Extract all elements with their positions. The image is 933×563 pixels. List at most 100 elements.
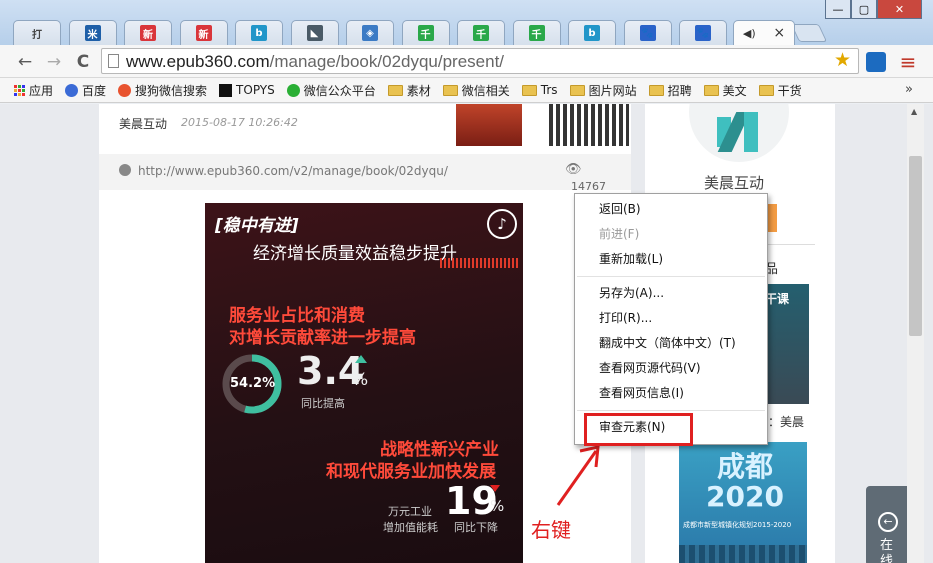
- bookmark-star-icon[interactable]: ★: [834, 49, 851, 71]
- bookmark-label: 素材: [406, 83, 431, 98]
- folder-icon: [569, 84, 585, 96]
- bookmark-item[interactable]: 图片网站: [569, 82, 637, 99]
- context-menu-item[interactable]: 查看网页源代码(V): [575, 356, 767, 381]
- course-card[interactable]: 干课: [765, 284, 809, 404]
- bookmarks-overflow[interactable]: »: [905, 82, 913, 97]
- bookmark-item[interactable]: TOPYS: [219, 83, 275, 97]
- menu-separator: [577, 410, 765, 411]
- tab-5[interactable]: ◣: [290, 20, 339, 45]
- bookmark-item[interactable]: 微信公众平台: [286, 82, 376, 99]
- tab-favicon-icon: 千: [528, 25, 545, 41]
- close-window-button[interactable]: ✕: [877, 0, 922, 19]
- view-count: 14767: [571, 180, 606, 193]
- tab-7[interactable]: 千: [401, 20, 450, 45]
- author-name: 美晨互动: [119, 117, 168, 131]
- cover-thumbnail[interactable]: [456, 104, 522, 146]
- context-menu-item[interactable]: 重新加载(L): [575, 247, 767, 272]
- folder-icon: [648, 84, 664, 96]
- annotation-arrow: [556, 445, 600, 506]
- bookmark-item[interactable]: 百度: [65, 82, 106, 99]
- url-text[interactable]: www.epub360.com/manage/book/02dyqu/prese…: [126, 52, 504, 72]
- bookmarks-bar: 应用 百度 搜狗微信搜索 TOPYS 微信公众平台 素材 微信相关 Trs 图片网站 招聘 美文 干…: [0, 78, 933, 103]
- bookmark-apps[interactable]: 应用: [14, 82, 53, 99]
- context-menu-item[interactable]: 另存为(A)...: [575, 281, 767, 306]
- tab-favicon-icon: 千: [417, 25, 434, 41]
- bookmark-item[interactable]: 招聘: [648, 82, 692, 99]
- context-menu-item[interactable]: 审查元素(N): [575, 415, 767, 440]
- annotation-label: 右键: [531, 518, 571, 542]
- arrow-circle-icon: ←: [878, 512, 898, 532]
- tab-1[interactable]: 米: [68, 20, 117, 45]
- bookmark-favicon-icon: [286, 83, 300, 97]
- extension-icon[interactable]: [866, 52, 886, 72]
- tab-8[interactable]: 千: [457, 20, 505, 45]
- tab-favicon-icon: ◣: [306, 25, 323, 41]
- tab-favicon-icon: 新: [140, 25, 156, 41]
- bookmark-favicon-icon: [219, 83, 233, 97]
- qr-code: [549, 104, 629, 146]
- tab-0[interactable]: 打: [13, 20, 61, 45]
- tab-favicon-icon: 打: [32, 29, 42, 41]
- tab-favicon-icon: 🐾: [695, 25, 711, 41]
- scroll-up-arrow[interactable]: ▲: [911, 107, 917, 116]
- scroll-thumb[interactable]: [909, 156, 922, 336]
- poster-tag: [稳中有进]: [215, 216, 299, 236]
- tab-10[interactable]: b: [568, 20, 616, 45]
- tab-close-icon[interactable]: ×: [773, 25, 785, 41]
- article-link[interactable]: http://www.epub360.com/v2/manage/book/02…: [138, 164, 448, 178]
- headline-1-line2: 对增长贡献率进一步提高: [229, 328, 416, 348]
- context-menu-item[interactable]: 查看网页信息(I): [575, 381, 767, 406]
- down-arrow-icon: [490, 485, 500, 492]
- bookmark-label: 美文: [722, 83, 747, 98]
- new-tab-button[interactable]: [790, 24, 828, 42]
- music-icon[interactable]: ♪: [487, 209, 517, 239]
- page-icon: [108, 54, 119, 68]
- context-menu-item[interactable]: 打印(R)...: [575, 306, 767, 331]
- tab-favicon-icon: 米: [84, 25, 101, 41]
- reload-button[interactable]: C: [72, 51, 94, 73]
- bookmark-item[interactable]: 素材: [387, 82, 431, 99]
- menu-separator: [577, 276, 765, 277]
- tab-4[interactable]: b: [235, 20, 283, 45]
- bookmark-item[interactable]: 搜狗微信搜索: [118, 82, 207, 99]
- context-menu-item[interactable]: 翻成中文（简体中文）(T): [575, 331, 767, 356]
- speaker-icon[interactable]: ◀): [743, 27, 756, 40]
- stat1-desc: 同比提高: [301, 397, 345, 410]
- context-menu-item[interactable]: 前进(F): [575, 222, 767, 247]
- bookmark-item[interactable]: 美文: [703, 82, 747, 99]
- poster-image[interactable]: [稳中有进] ♪ 经济增长质量效益稳步提升 服务业占比和消费 对增长贡献率进一步…: [205, 203, 523, 563]
- tab-2[interactable]: 新: [124, 20, 172, 45]
- address-bar[interactable]: www.epub360.com/manage/book/02dyqu/prese…: [101, 48, 859, 74]
- online-service-button[interactable]: ← 在线: [866, 486, 910, 563]
- tab-favicon-icon: b: [251, 25, 267, 41]
- tab-active[interactable]: ◀) ×: [733, 20, 795, 45]
- stat2-desc: 同比下降: [454, 521, 498, 534]
- back-button[interactable]: ←: [14, 51, 36, 73]
- bookmark-item[interactable]: 微信相关: [442, 82, 510, 99]
- maximize-button[interactable]: ▢: [851, 0, 877, 19]
- chrome-menu-button[interactable]: ≡: [897, 50, 919, 74]
- minimize-button[interactable]: —: [825, 0, 851, 19]
- city-poster[interactable]: 成都2020 成都市新型城镇化规划2015-2020: [679, 442, 807, 563]
- donut-value: 54.2%: [230, 376, 276, 391]
- tab-favicon-icon: 千: [473, 25, 489, 41]
- tab-3[interactable]: 新: [179, 20, 228, 45]
- vertical-scrollbar[interactable]: ▲: [907, 104, 924, 563]
- tab-favicon-icon: b: [584, 25, 600, 41]
- link-row: http://www.epub360.com/v2/manage/book/02…: [99, 154, 631, 193]
- bookmark-item[interactable]: 干货: [758, 82, 802, 99]
- bookmark-label: 干货: [777, 83, 802, 98]
- tab-9[interactable]: 千: [512, 20, 561, 45]
- bookmark-item[interactable]: Trs: [521, 83, 558, 97]
- tab-11[interactable]: 🐾: [623, 20, 672, 45]
- tab-6[interactable]: ◈: [346, 20, 394, 45]
- folder-icon: [442, 84, 458, 96]
- brand-name: 美晨互动: [704, 174, 765, 192]
- tab-12[interactable]: 🐾: [679, 20, 727, 45]
- forward-button[interactable]: →: [43, 51, 65, 73]
- bookmark-label: 招聘: [667, 83, 692, 98]
- skyline: [679, 545, 807, 563]
- bookmark-label: Trs: [540, 83, 558, 97]
- page-viewport: 美晨互动 2015-08-17 10:26:42 http://www.epub…: [0, 104, 933, 563]
- context-menu-item[interactable]: 返回(B): [575, 197, 767, 222]
